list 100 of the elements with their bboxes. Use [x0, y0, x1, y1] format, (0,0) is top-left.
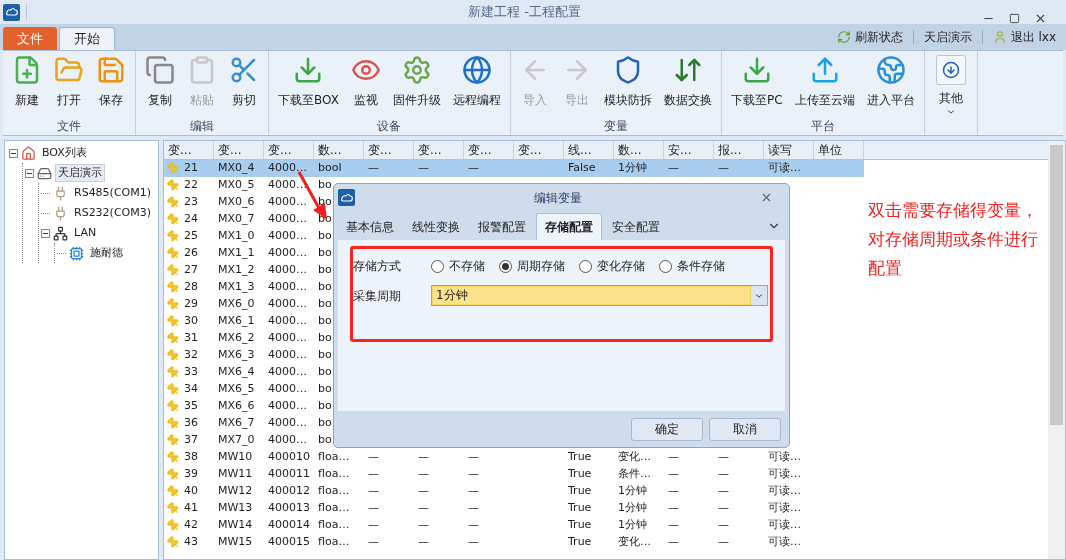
table-cell: 23 — [184, 194, 198, 211]
table-cell: 4000… — [268, 194, 307, 211]
table-cell: floa… — [318, 449, 350, 466]
table-cell: 4000… — [268, 296, 307, 313]
table-cell: 29 — [184, 296, 198, 313]
table-cell: bo — [318, 415, 332, 432]
table-cell: 条件… — [618, 466, 651, 483]
table-cell: 可读… — [768, 466, 801, 483]
table-cell: 38 — [184, 449, 198, 466]
table-cell: — — [468, 466, 479, 483]
table-cell: 400015 — [268, 534, 310, 551]
table-cell: MX0_6 — [218, 194, 255, 211]
table-cell: True — [568, 500, 592, 517]
table-cell: MX1_2 — [218, 262, 255, 279]
table-cell: MX6_2 — [218, 330, 255, 347]
table-cell: 4000… — [268, 160, 307, 177]
group-label: 编辑 — [189, 118, 215, 135]
table-cell: 4000… — [268, 415, 307, 432]
table-cell: MW11 — [218, 466, 253, 483]
table-cell: 4000… — [268, 364, 307, 381]
table-cell: 4000… — [268, 262, 307, 279]
table-cell: — — [368, 160, 379, 177]
table-cell: — — [668, 160, 679, 177]
table-cell: floa… — [318, 517, 350, 534]
table-cell: 36 — [184, 415, 198, 432]
table-cell: MW13 — [218, 500, 253, 517]
table-cell: MX0_5 — [218, 177, 255, 194]
table-cell: 30 — [184, 313, 198, 330]
table-cell: MW14 — [218, 517, 253, 534]
table-cell: 4000… — [268, 245, 307, 262]
table-cell: True — [568, 534, 592, 551]
table-cell: bo — [318, 228, 332, 245]
table-cell: — — [368, 449, 379, 466]
table-cell: 21 — [184, 160, 198, 177]
table-cell: — — [368, 483, 379, 500]
table-cell: 4000… — [268, 228, 307, 245]
table-cell: MX7_0 — [218, 432, 255, 449]
table-cell: — — [718, 160, 729, 177]
annotation-text: 双击需要存储得变量，对存储周期或条件进行配置 — [868, 199, 1039, 280]
table-cell: 1分钟 — [618, 483, 647, 500]
table-cell: 26 — [184, 245, 198, 262]
table-cell: 31 — [184, 330, 198, 347]
table-cell: False — [568, 160, 596, 177]
table-cell: MX6_6 — [218, 398, 255, 415]
table-cell: 400013 — [268, 500, 310, 517]
window-title: 新建工程 -工程配置 — [468, 3, 581, 22]
group-label: 平台 — [809, 118, 836, 135]
table-cell: 400012 — [268, 483, 310, 500]
table-cell: — — [668, 534, 679, 551]
table-cell: — — [718, 466, 729, 483]
table-cell: MW15 — [218, 534, 253, 551]
table-cell: 37 — [184, 432, 198, 449]
table-cell: — — [668, 483, 679, 500]
table-cell: 27 — [184, 262, 198, 279]
table-cell: — — [668, 449, 679, 466]
group-label: 设备 — [376, 118, 403, 135]
table-cell: bo — [318, 398, 332, 415]
table-cell: MX0_4 — [218, 160, 255, 177]
table-cell: bo — [318, 313, 332, 330]
table-cell: True — [568, 483, 592, 500]
table-cell: 42 — [184, 517, 198, 534]
table-cell: — — [668, 500, 679, 517]
table-cell: 可读… — [768, 517, 801, 534]
table-cell: bo — [318, 364, 332, 381]
table-cell: MX6_5 — [218, 381, 255, 398]
table-cell: bo — [318, 245, 332, 262]
table-cell: — — [468, 517, 479, 534]
table-cell: MW10 — [218, 449, 253, 466]
table-cell: 4000… — [268, 432, 307, 449]
table-cell: floa… — [318, 483, 350, 500]
table-cell: MX6_1 — [218, 313, 255, 330]
table-cell: MX6_7 — [218, 415, 255, 432]
table-cell: 可读… — [768, 534, 801, 551]
table-cell: bo — [318, 262, 332, 279]
table-cell: MX1_1 — [218, 245, 255, 262]
table-cell: bo — [318, 194, 332, 211]
table-cell: 40 — [184, 483, 198, 500]
table-cell: 可读… — [768, 500, 801, 517]
table-cell: — — [418, 483, 429, 500]
table-cell: 35 — [184, 398, 198, 415]
table-cell: MX0_7 — [218, 211, 255, 228]
table-cell: 39 — [184, 466, 198, 483]
table-cell: 1分钟 — [618, 517, 647, 534]
table-cell: bo — [318, 211, 332, 228]
table-cell: — — [718, 500, 729, 517]
table-cell: 4000… — [268, 177, 307, 194]
table-cell: 1分钟 — [618, 160, 647, 177]
table-cell: — — [668, 517, 679, 534]
table-cell: — — [468, 449, 479, 466]
table-cell: — — [718, 534, 729, 551]
table-cell: bo — [318, 347, 332, 364]
table-cell: MX1_3 — [218, 279, 255, 296]
table-cell: — — [468, 160, 479, 177]
table-cell: 可读… — [768, 483, 801, 500]
table-cell: — — [368, 466, 379, 483]
table-cell: — — [418, 534, 429, 551]
table-cell: 4000… — [268, 381, 307, 398]
table-cell: 4000… — [268, 279, 307, 296]
table-cell: — — [468, 500, 479, 517]
table-cell: — — [368, 500, 379, 517]
